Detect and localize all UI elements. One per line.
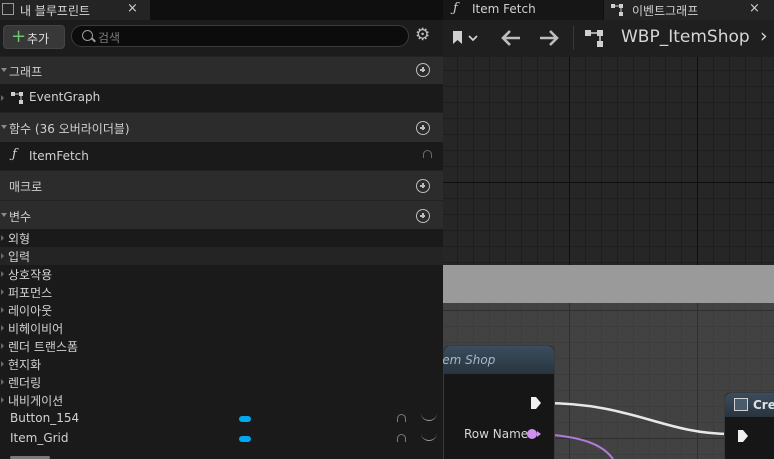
category-row[interactable]: 렌더 트랜스폼: [0, 337, 443, 355]
category-row[interactable]: 내비게이션: [0, 391, 443, 409]
node-title: Item Shop: [443, 353, 496, 367]
exec-pin-icon[interactable]: [737, 429, 749, 443]
section-variables-label: 변수: [9, 210, 32, 224]
category-row[interactable]: 레이아웃: [0, 301, 443, 319]
variable-row[interactable]: [0, 450, 443, 459]
plus-icon: +: [11, 26, 27, 47]
expand-arrow-icon: [1, 235, 4, 241]
node-title: Cre: [753, 398, 774, 412]
bell-icon[interactable]: [397, 414, 406, 422]
expand-arrow-icon: [1, 379, 4, 385]
eye-closed-icon[interactable]: [421, 433, 437, 441]
category-label: 입력: [8, 250, 31, 264]
expand-arrow-icon: [1, 361, 4, 367]
section-macros-label: 매크로: [9, 180, 43, 194]
my-blueprint-tab[interactable]: 내 블루프린트 ×: [0, 0, 150, 21]
add-graph-icon[interactable]: [416, 63, 430, 77]
expand-arrow-icon: [1, 307, 4, 313]
section-functions[interactable]: 함수 (36 오버라이더블): [0, 112, 443, 142]
category-label: 현지화: [8, 358, 42, 372]
object-type-pill-icon[interactable]: [239, 416, 251, 422]
itemfetch-label: ItemFetch: [29, 149, 89, 163]
category-row[interactable]: 상호작용: [0, 265, 443, 283]
search-input[interactable]: 검색: [71, 25, 409, 47]
gear-icon[interactable]: ⚙: [415, 25, 430, 45]
category-label: 상호작용: [8, 268, 53, 282]
section-functions-label: 함수 (36 오버라이더블): [9, 122, 130, 136]
node-header[interactable]: Cre: [725, 393, 774, 417]
function-icon: ƒ: [12, 147, 17, 162]
category-row[interactable]: 현지화: [0, 355, 443, 373]
chevron-down-icon: [1, 125, 7, 129]
item-shop-node[interactable]: Item Shop Row Name: [443, 345, 555, 459]
add-variable-icon[interactable]: [416, 209, 430, 223]
object-type-pill-icon[interactable]: [239, 436, 251, 442]
expand-arrow-icon[interactable]: [1, 95, 4, 101]
category-row[interactable]: 입력: [0, 247, 443, 265]
section-graphs-label: 그래프: [9, 65, 43, 79]
search-placeholder: 검색: [98, 31, 121, 45]
section-macros[interactable]: 매크로: [0, 170, 443, 200]
category-label: 외형: [8, 232, 31, 246]
graph-icon: [11, 92, 23, 104]
close-icon[interactable]: ×: [127, 1, 138, 16]
expand-arrow-icon: [1, 325, 4, 331]
name-pin-icon[interactable]: [526, 428, 542, 440]
add-label: 추가: [27, 32, 50, 46]
category-label: 비헤이비어: [8, 322, 64, 336]
expand-arrow-icon: [1, 289, 4, 295]
exec-pin-icon[interactable]: [530, 396, 542, 410]
variable-row[interactable]: Button_154: [0, 409, 443, 429]
eventgraph-label: EventGraph: [29, 90, 101, 104]
section-variables[interactable]: 변수: [0, 200, 443, 230]
toolbar: + 추가 검색 ⚙: [0, 20, 443, 56]
row-name-label: Row Name: [464, 427, 529, 441]
category-label: 렌더 트랜스폼: [8, 340, 79, 354]
expand-arrow-icon: [1, 343, 4, 349]
chevron-down-icon: [1, 213, 7, 217]
add-function-icon[interactable]: [416, 121, 430, 135]
variable-row[interactable]: Item_Grid: [0, 429, 443, 449]
category-row[interactable]: 비헤이비어: [0, 319, 443, 337]
chevron-down-icon: [1, 68, 7, 72]
variable-name: Item_Grid: [10, 431, 69, 445]
tab-title: 내 블루프린트: [20, 4, 91, 18]
expand-arrow-icon: [1, 271, 4, 277]
variable-name: Button_154: [10, 411, 80, 425]
graph-item-eventgraph[interactable]: EventGraph: [0, 84, 443, 112]
section-graphs[interactable]: 그래프: [0, 56, 443, 84]
category-label: 퍼포먼스: [8, 286, 53, 300]
blueprint-tab-icon: [2, 3, 14, 15]
category-row[interactable]: 렌더링: [0, 373, 443, 391]
widget-icon: [734, 398, 748, 411]
function-item-itemfetch[interactable]: ƒ ItemFetch: [0, 142, 443, 170]
create-widget-node[interactable]: Cre: [724, 392, 774, 459]
expand-arrow-icon: [1, 397, 4, 403]
bell-icon[interactable]: [423, 150, 432, 158]
category-row[interactable]: 퍼포먼스: [0, 283, 443, 301]
my-blueprint-panel: 내 블루프린트 × + 추가 검색 ⚙ 그래프 EventGraph 함수 (3…: [0, 0, 443, 459]
category-label: 레이아웃: [8, 304, 53, 318]
bell-icon[interactable]: [397, 434, 406, 442]
add-macro-icon[interactable]: [416, 179, 430, 193]
add-button[interactable]: + 추가: [3, 25, 65, 49]
graph-editor: ƒ Item Fetch 이벤트그래프 × WBP_ItemShop › em …: [443, 0, 774, 459]
expand-arrow-icon: [1, 253, 4, 259]
category-row[interactable]: 외형: [0, 229, 443, 247]
category-label: 내비게이션: [8, 394, 64, 408]
node-header[interactable]: Item Shop: [443, 346, 554, 374]
eye-closed-icon[interactable]: [421, 413, 437, 421]
category-label: 렌더링: [8, 376, 42, 390]
search-icon-handle: [91, 37, 96, 43]
